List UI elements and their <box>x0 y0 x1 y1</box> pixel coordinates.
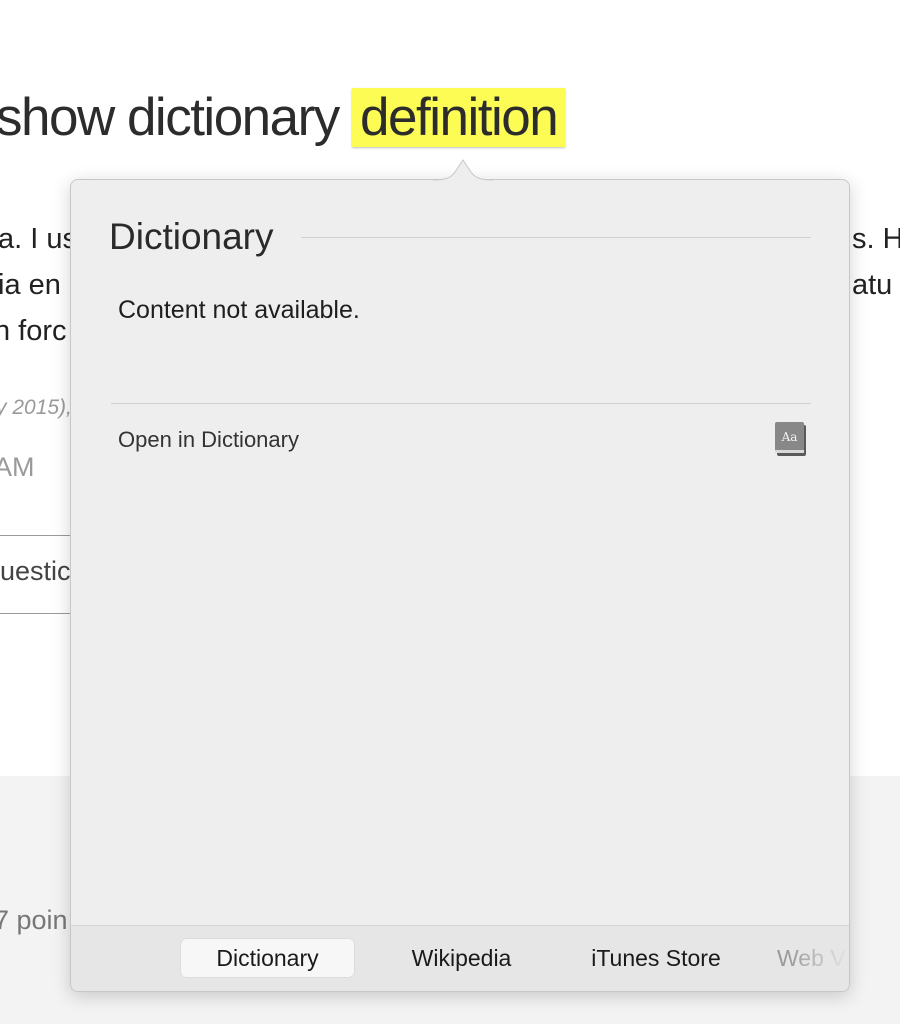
dictionary-icon-glyph: Aa <box>781 430 798 444</box>
body-text-fragment: ia en <box>0 269 61 301</box>
points-fragment: 7 poin <box>0 905 68 935</box>
answer-button-text[interactable]: uestic <box>0 556 71 587</box>
tab-itunes-store[interactable]: iTunes Store <box>571 939 741 977</box>
question-title-text: show dictionary <box>0 88 340 147</box>
page: show dictionary definition a. I us s. H … <box>0 0 900 1024</box>
title-divider <box>301 237 811 238</box>
tab-web-video[interactable]: Web V <box>777 939 849 977</box>
body-text-fragment: s. H <box>852 223 900 255</box>
lookup-source-tabbar: Dictionary Wikipedia iTunes Store Web V <box>71 925 849 991</box>
dictionary-app-icon[interactable]: Aa <box>774 421 808 457</box>
post-time-fragment: AM <box>0 452 35 482</box>
question-title: show dictionary definition <box>0 82 566 154</box>
popover-arrow <box>433 159 493 181</box>
tab-wikipedia[interactable]: Wikipedia <box>389 939 534 977</box>
section-divider <box>111 403 811 404</box>
selected-word-highlight[interactable]: definition <box>352 88 566 147</box>
post-date-fragment: y 2015), <box>0 396 72 419</box>
tab-dictionary[interactable]: Dictionary <box>181 939 354 977</box>
open-in-dictionary-link[interactable]: Open in Dictionary <box>118 427 299 453</box>
content-unavailable-message: Content not available. <box>118 296 360 324</box>
body-text-fragment: n forc <box>0 315 67 347</box>
popover-title: Dictionary <box>109 216 274 257</box>
body-text-fragment: a. I us <box>0 223 77 255</box>
body-text-fragment: atu <box>852 269 893 301</box>
lookup-popover: Dictionary Content not available. Open i… <box>70 179 850 992</box>
